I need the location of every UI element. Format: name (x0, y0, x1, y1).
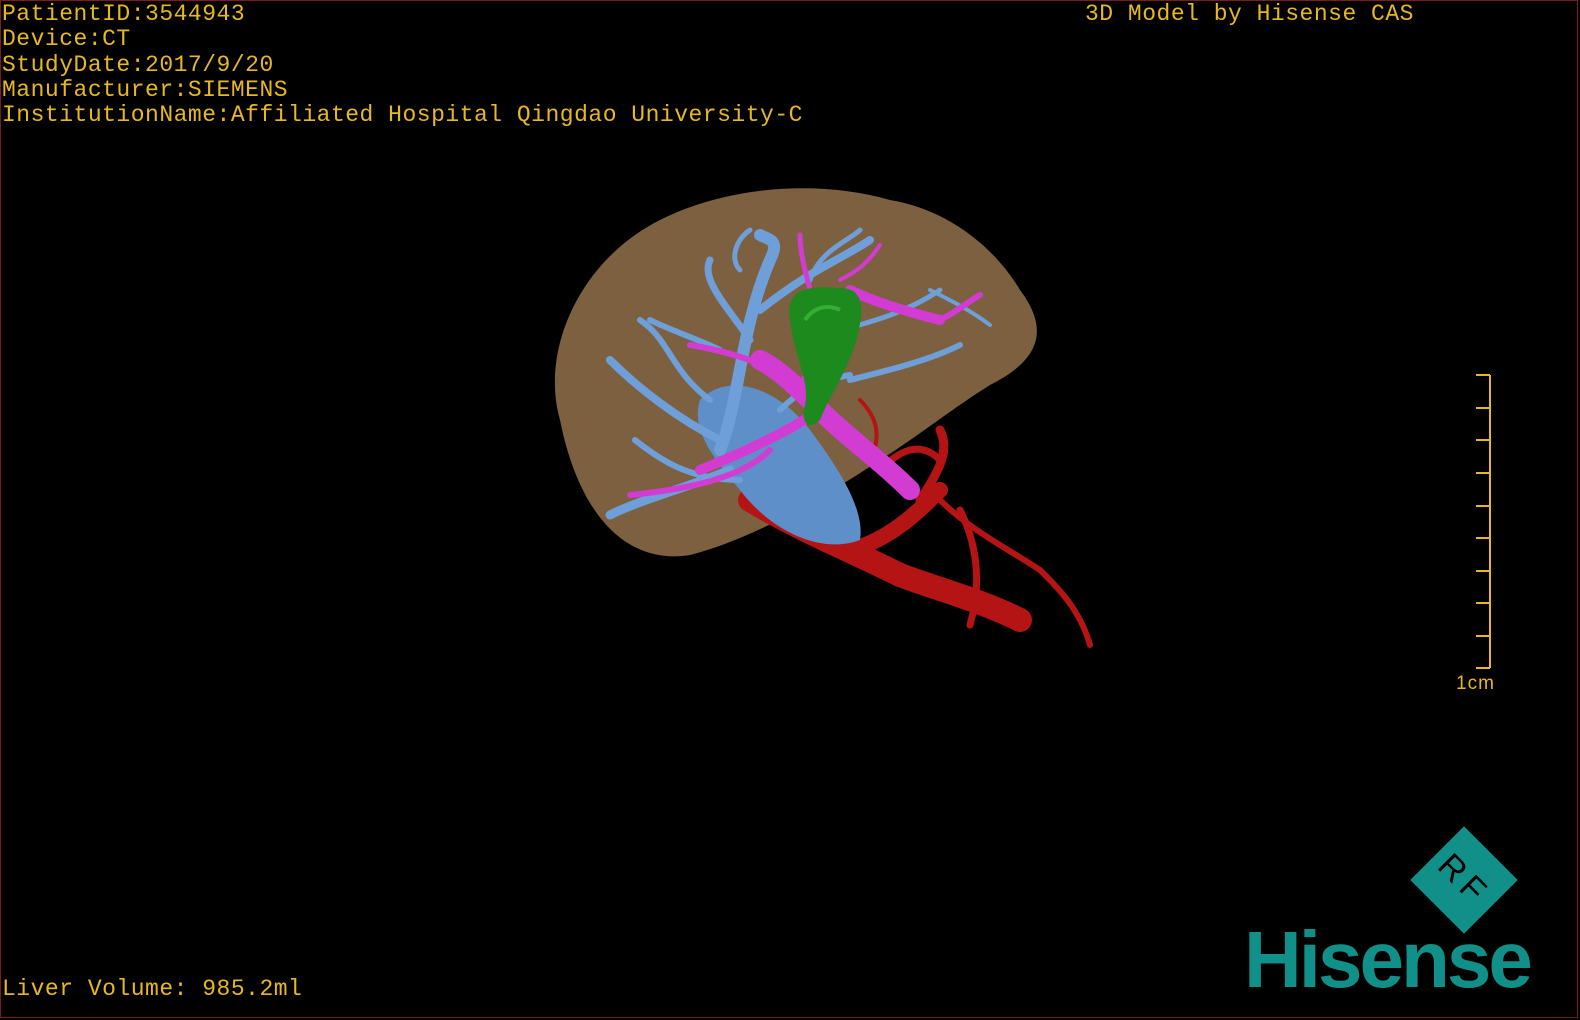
device-label: Device:CT (2, 26, 131, 53)
institution-label: InstitutionName:Affiliated Hospital Qing… (2, 102, 803, 129)
model-brand-label: 3D Model by Hisense CAS (1085, 1, 1414, 27)
liver-3d-model[interactable] (520, 170, 1140, 690)
scale-label: 1cm (1456, 673, 1495, 694)
study-date-label: StudyDate:2017/9/20 (2, 51, 274, 78)
dicom-info-panel: PatientID:3544943 Device:CT StudyDate:2017… (2, 1, 803, 129)
manufacturer-label: Manufacturer:SIEMENS (2, 76, 289, 103)
liver-volume-label: Liver Volume: 985.2ml (2, 976, 303, 1002)
hisense-logo: Hisense (1244, 915, 1533, 1004)
scale-bar-icon (1476, 374, 1491, 669)
patient-id-label: PatientID:3544943 (2, 1, 246, 27)
